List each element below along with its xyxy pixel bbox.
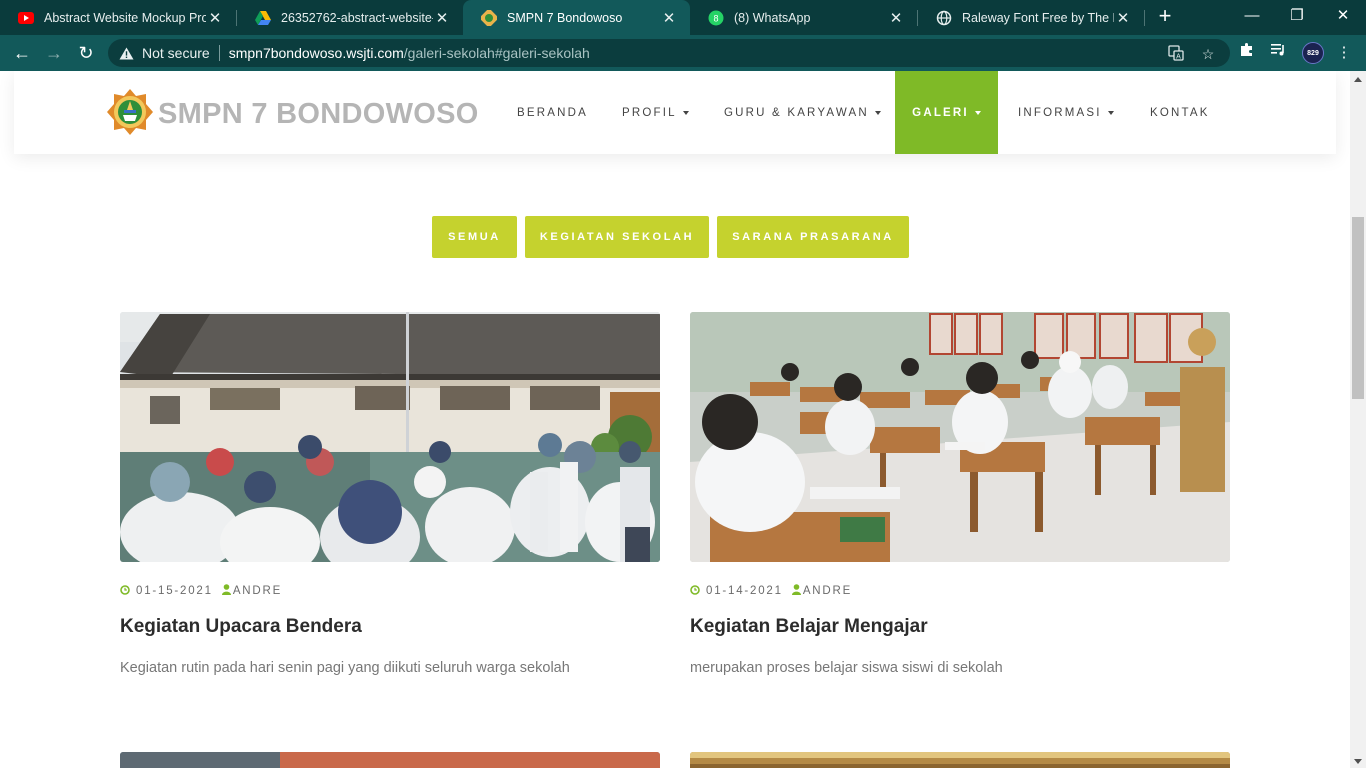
reload-icon[interactable]: ↻ <box>74 41 98 65</box>
post-date: 01-15-2021 <box>136 585 213 597</box>
school-emblem-logo[interactable] <box>106 88 154 136</box>
media-queue-icon[interactable] <box>1267 41 1291 65</box>
restore-window-icon[interactable]: ❐ <box>1277 4 1317 28</box>
scroll-up-arrow-icon[interactable] <box>1354 77 1362 82</box>
forward-arrow-icon[interactable]: → <box>42 41 66 65</box>
security-status-label: Not secure <box>142 45 210 61</box>
gallery-item-title[interactable]: Kegiatan Upacara Bendera <box>120 616 362 638</box>
post-author[interactable]: ANDRE <box>803 585 852 597</box>
nav-kontak[interactable]: KONTAK <box>1150 71 1210 154</box>
new-tab-plus-icon[interactable]: + <box>1155 5 1175 28</box>
nav-label: PROFIL <box>622 106 677 119</box>
page-scrollbar[interactable] <box>1350 71 1366 768</box>
nav-label: GURU & KARYAWAN <box>724 106 869 119</box>
extensions-puzzle-icon[interactable] <box>1235 41 1259 65</box>
post-author[interactable]: ANDRE <box>233 585 282 597</box>
nav-label: GALERI <box>912 106 969 119</box>
browser-tab-whatsapp[interactable]: 8 (8) WhatsApp ✕ <box>690 0 917 35</box>
tab-title: Abstract Website Mockup Pro <box>44 10 206 25</box>
gallery-item-description: merupakan proses belajar siswa siswi di … <box>690 660 1003 676</box>
nav-beranda[interactable]: BERANDA <box>517 71 588 154</box>
chevron-down-icon <box>974 110 981 115</box>
back-arrow-icon[interactable]: ← <box>10 41 34 65</box>
nav-guru-karyawan[interactable]: GURU & KARYAWAN <box>724 71 881 154</box>
filter-semua-button[interactable]: SEMUA <box>432 216 517 258</box>
browser-tab-strip: Abstract Website Mockup Pro ✕ 26352762-a… <box>0 0 1366 35</box>
tab-title: SMPN 7 Bondowoso <box>507 10 623 25</box>
close-tab-icon[interactable]: ✕ <box>1114 9 1132 27</box>
gallery-image-upacara[interactable] <box>120 312 660 562</box>
gallery-image-belajar-mengajar[interactable] <box>690 312 1230 562</box>
nav-label: INFORMASI <box>1018 106 1102 119</box>
chevron-down-icon <box>874 110 881 115</box>
site-logo-text[interactable]: SMPN 7 BONDOWOSO <box>158 98 479 131</box>
close-tab-icon[interactable]: ✕ <box>433 9 451 27</box>
tab-title: 26352762-abstract-website-m <box>281 10 433 25</box>
chevron-down-icon <box>682 110 689 115</box>
url-host: smpn7bondowoso.wsjti.com <box>228 45 404 61</box>
url-path: /galeri-sekolah#galeri-sekolah <box>403 45 590 61</box>
filter-sarana-prasarana-button[interactable]: SARANA PRASARANA <box>717 216 909 258</box>
gallery-image-next-right[interactable] <box>690 752 1230 768</box>
warning-triangle-icon[interactable] <box>118 45 134 61</box>
browser-tab-drive[interactable]: 26352762-abstract-website-m ✕ <box>237 0 463 35</box>
nav-galeri[interactable]: GALERI <box>895 71 998 154</box>
filter-kegiatan-sekolah-button[interactable]: KEGIATAN SEKOLAH <box>525 216 709 258</box>
tab-title: Raleway Font Free by The Leag <box>962 10 1114 25</box>
youtube-icon <box>18 10 34 26</box>
whatsapp-icon: 8 <box>708 10 724 26</box>
browser-tab-smpn7[interactable]: SMPN 7 Bondowoso ✕ <box>463 0 690 35</box>
browser-tab-youtube[interactable]: Abstract Website Mockup Pro ✕ <box>0 0 236 35</box>
more-menu-icon[interactable]: ⋮ <box>1332 41 1356 65</box>
address-divider <box>218 45 220 61</box>
chevron-down-icon <box>1107 110 1114 115</box>
tab-title: (8) WhatsApp <box>734 10 811 25</box>
gallery-item-description: Kegiatan rutin pada hari senin pagi yang… <box>120 660 570 676</box>
close-tab-icon[interactable]: ✕ <box>887 9 905 27</box>
nav-label: BERANDA <box>517 106 588 119</box>
post-date: 01-14-2021 <box>706 585 783 597</box>
google-drive-icon <box>255 10 271 26</box>
svg-text:8: 8 <box>713 13 718 23</box>
gallery-filter-bar: SEMUA KEGIATAN SEKOLAH SARANA PRASARANA <box>0 216 1350 258</box>
clock-icon <box>690 584 700 598</box>
close-tab-icon[interactable]: ✕ <box>660 9 678 27</box>
gallery-item-title[interactable]: Kegiatan Belajar Mengajar <box>690 616 928 638</box>
user-icon <box>791 584 801 598</box>
close-window-icon[interactable]: ✕ <box>1323 4 1363 28</box>
browser-tab-raleway[interactable]: Raleway Font Free by The Leag ✕ <box>918 0 1144 35</box>
nav-label: KONTAK <box>1150 106 1210 119</box>
profile-avatar[interactable]: 829 <box>1302 42 1324 64</box>
bookmark-star-icon[interactable]: ☆ <box>1199 45 1217 63</box>
gallery-item-meta: 01-15-2021 ANDRE <box>120 584 282 598</box>
close-tab-icon[interactable]: ✕ <box>206 9 224 27</box>
school-logo-icon <box>481 9 497 26</box>
svg-text:A: A <box>1176 54 1181 61</box>
page-viewport: SMPN 7 BONDOWOSO BERANDA PROFIL GURU & K… <box>0 71 1350 768</box>
clock-icon <box>120 584 130 598</box>
scrollbar-thumb[interactable] <box>1352 217 1364 399</box>
browser-toolbar: ← → ↻ Not secure smpn7bondowoso.wsjti.co… <box>0 35 1366 71</box>
minimize-window-icon[interactable]: — <box>1232 4 1272 28</box>
user-icon <box>221 584 231 598</box>
globe-icon <box>936 10 952 26</box>
nav-profil[interactable]: PROFIL <box>622 71 689 154</box>
translate-icon[interactable]: A <box>1167 45 1185 63</box>
tab-separator <box>1144 10 1145 26</box>
gallery-image-next-left[interactable] <box>120 752 660 768</box>
gallery-item-meta: 01-14-2021 ANDRE <box>690 584 852 598</box>
address-bar[interactable]: Not secure smpn7bondowoso.wsjti.com /gal… <box>108 39 1230 67</box>
scroll-down-arrow-icon[interactable] <box>1354 759 1362 764</box>
nav-informasi[interactable]: INFORMASI <box>1018 71 1114 154</box>
